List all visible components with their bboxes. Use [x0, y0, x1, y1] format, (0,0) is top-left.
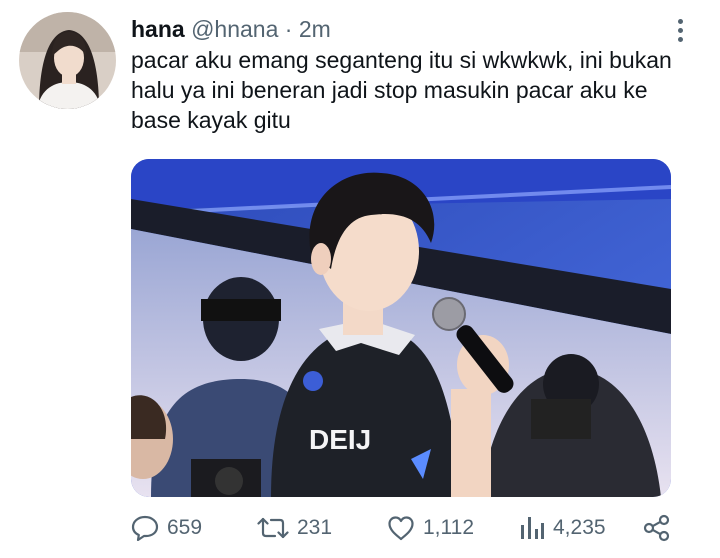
reply-button[interactable]: 659: [131, 508, 202, 548]
like-count: 1,112: [423, 516, 474, 539]
more-vertical-icon[interactable]: [668, 14, 692, 46]
view-count: 4,235: [553, 516, 606, 539]
like-button[interactable]: 1,112: [387, 508, 474, 548]
tweet-actions: 659 231 1,112 4,235: [131, 508, 691, 548]
author-handle[interactable]: @hnana: [191, 16, 278, 42]
views-icon: [521, 517, 544, 539]
tweet: hana @hnana · 2m pacar aku emang segante…: [0, 0, 720, 558]
retweet-button[interactable]: 231: [257, 508, 332, 548]
tweet-header: hana @hnana · 2m: [131, 14, 331, 44]
retweet-count: 231: [297, 516, 333, 539]
author-name[interactable]: hana: [131, 16, 185, 42]
tweet-media-photo[interactable]: DEIJ: [131, 159, 671, 497]
reply-icon: [131, 515, 159, 541]
jersey-text: DEIJ: [309, 424, 371, 455]
tweet-text: pacar aku emang seganteng itu si wkwkwk,…: [131, 47, 672, 133]
share-icon: [643, 514, 670, 542]
separator-dot: ·: [284, 16, 293, 42]
views-button[interactable]: 4,235: [519, 508, 606, 548]
retweet-icon: [257, 517, 289, 539]
share-button[interactable]: [643, 508, 671, 548]
heart-icon: [388, 516, 414, 541]
reply-count: 659: [167, 516, 203, 539]
avatar[interactable]: [19, 12, 116, 109]
timestamp[interactable]: 2m: [299, 16, 331, 42]
